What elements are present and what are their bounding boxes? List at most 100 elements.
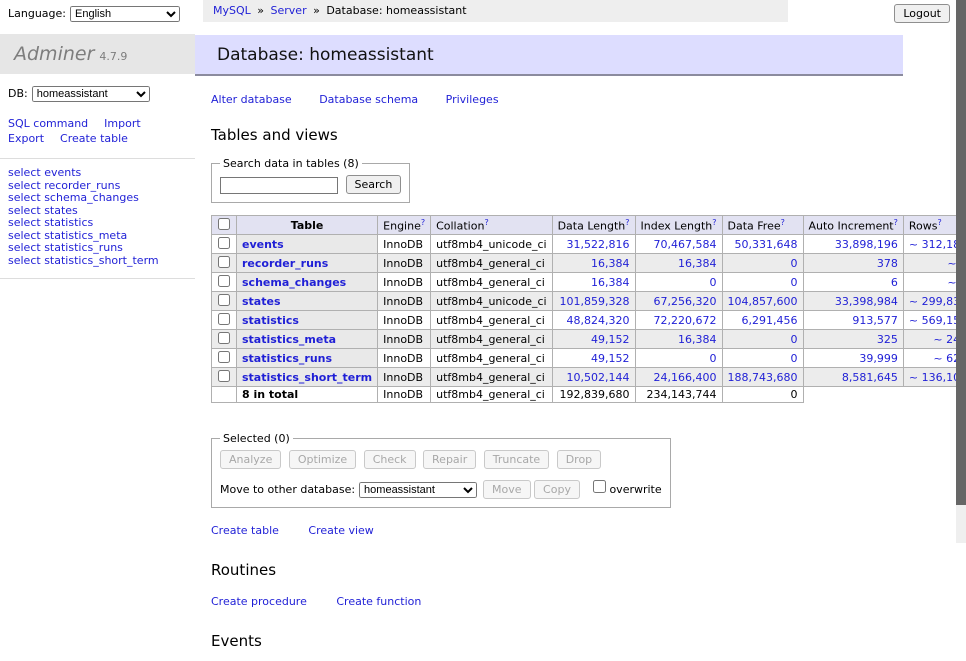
index-length-link[interactable]: 72,220,672 xyxy=(654,314,717,327)
index-length-help-link[interactable]: ? xyxy=(712,218,716,227)
select-link[interactable]: select xyxy=(8,254,41,267)
sidebar-item-events[interactable]: events xyxy=(44,166,81,179)
sidebar-item-statistics-meta[interactable]: statistics_meta xyxy=(44,229,127,242)
row-checkbox[interactable] xyxy=(218,332,230,344)
repair-button[interactable]: Repair xyxy=(423,450,476,469)
create-view-link[interactable]: Create view xyxy=(308,524,373,537)
sidebar-item-schema-changes[interactable]: schema_changes xyxy=(44,191,139,204)
sidebar-item-states[interactable]: states xyxy=(44,204,78,217)
table-link[interactable]: states xyxy=(242,295,281,308)
move-database-select[interactable]: homeassistant xyxy=(359,482,477,498)
data-free-link[interactable]: 0 xyxy=(791,352,798,365)
create-function-link[interactable]: Create function xyxy=(336,595,421,608)
data-length-link[interactable]: 16,384 xyxy=(591,276,630,289)
rows-help-link[interactable]: ? xyxy=(937,218,941,227)
data-free-link[interactable]: 0 xyxy=(791,333,798,346)
select-link[interactable]: select xyxy=(8,166,41,179)
select-link[interactable]: select xyxy=(8,241,41,254)
drop-button[interactable]: Drop xyxy=(557,450,601,469)
check-button[interactable]: Check xyxy=(364,450,416,469)
table-link[interactable]: statistics_short_term xyxy=(242,371,372,384)
sidebar-item-statistics-runs[interactable]: statistics_runs xyxy=(44,241,123,254)
search-button[interactable]: Search xyxy=(346,175,402,194)
search-input[interactable] xyxy=(220,177,338,194)
data-length-link[interactable]: 48,824,320 xyxy=(567,314,630,327)
breadcrumb-server-link[interactable]: Server xyxy=(271,4,307,17)
sidebar-link-create-table[interactable]: Create table xyxy=(60,132,128,145)
data-length-link[interactable]: 49,152 xyxy=(591,333,630,346)
data-free-link[interactable]: 0 xyxy=(791,257,798,270)
index-length-link[interactable]: 16,384 xyxy=(678,257,717,270)
auto-increment-link[interactable]: 378 xyxy=(877,257,898,270)
sidebar-item-statistics-short-term[interactable]: statistics_short_term xyxy=(44,254,158,267)
auto-increment-link[interactable]: 8,581,645 xyxy=(842,371,898,384)
data-length-link[interactable]: 31,522,816 xyxy=(567,238,630,251)
auto-increment-help-link[interactable]: ? xyxy=(894,218,898,227)
engine-help-link[interactable]: ? xyxy=(421,218,425,227)
db-select[interactable]: homeassistant xyxy=(32,86,150,102)
data-free-link[interactable]: 6,291,456 xyxy=(742,314,798,327)
data-free-link[interactable]: 188,743,680 xyxy=(728,371,798,384)
breadcrumb-mysql-link[interactable]: MySQL xyxy=(213,4,251,17)
data-length-link[interactable]: 101,859,328 xyxy=(560,295,630,308)
row-checkbox[interactable] xyxy=(218,294,230,306)
select-link[interactable]: select xyxy=(8,204,41,217)
data-free-link[interactable]: 104,857,600 xyxy=(728,295,798,308)
privileges-link[interactable]: Privileges xyxy=(446,93,499,106)
data-length-link[interactable]: 16,384 xyxy=(591,257,630,270)
sidebar-item-statistics[interactable]: statistics xyxy=(44,216,93,229)
auto-increment-link[interactable]: 325 xyxy=(877,333,898,346)
sidebar-link-export[interactable]: Export xyxy=(8,132,44,145)
table-link[interactable]: statistics_runs xyxy=(242,352,332,365)
row-checkbox[interactable] xyxy=(218,313,230,325)
select-link[interactable]: select xyxy=(8,229,41,242)
move-button[interactable]: Move xyxy=(483,480,531,499)
row-checkbox[interactable] xyxy=(218,256,230,268)
row-checkbox[interactable] xyxy=(218,351,230,363)
table-link[interactable]: statistics xyxy=(242,314,299,327)
data-length-link[interactable]: 10,502,144 xyxy=(567,371,630,384)
scrollbar-thumb[interactable] xyxy=(956,0,966,505)
index-length-link[interactable]: 67,256,320 xyxy=(654,295,717,308)
data-length-link[interactable]: 49,152 xyxy=(591,352,630,365)
index-length-link[interactable]: 0 xyxy=(710,352,717,365)
row-checkbox[interactable] xyxy=(218,370,230,382)
table-link[interactable]: schema_changes xyxy=(242,276,346,289)
analyze-button[interactable]: Analyze xyxy=(220,450,281,469)
overwrite-checkbox[interactable] xyxy=(593,480,606,493)
table-link[interactable]: events xyxy=(242,238,284,251)
create-table-link[interactable]: Create table xyxy=(211,524,279,537)
data-free-help-link[interactable]: ? xyxy=(781,218,785,227)
create-procedure-link[interactable]: Create procedure xyxy=(211,595,307,608)
table-link[interactable]: recorder_runs xyxy=(242,257,328,270)
auto-increment-link[interactable]: 6 xyxy=(891,276,898,289)
sidebar-link-sql-command[interactable]: SQL command xyxy=(8,117,88,130)
auto-increment-link[interactable]: 33,398,984 xyxy=(835,295,898,308)
auto-increment-link[interactable]: 39,999 xyxy=(859,352,898,365)
table-link[interactable]: statistics_meta xyxy=(242,333,336,346)
sidebar-link-import[interactable]: Import xyxy=(104,117,141,130)
auto-increment-link[interactable]: 33,898,196 xyxy=(835,238,898,251)
select-link[interactable]: select xyxy=(8,191,41,204)
copy-button[interactable]: Copy xyxy=(534,480,580,499)
select-link[interactable]: select xyxy=(8,216,41,229)
optimize-button[interactable]: Optimize xyxy=(289,450,356,469)
auto-increment-link[interactable]: 913,577 xyxy=(852,314,898,327)
data-free-link[interactable]: 50,331,648 xyxy=(735,238,798,251)
index-length-link[interactable]: 0 xyxy=(710,276,717,289)
row-checkbox[interactable] xyxy=(218,237,230,249)
vertical-scrollbar[interactable] xyxy=(956,0,966,543)
database-schema-link[interactable]: Database schema xyxy=(319,93,418,106)
row-checkbox[interactable] xyxy=(218,275,230,287)
index-length-link[interactable]: 24,166,400 xyxy=(654,371,717,384)
select-link[interactable]: select xyxy=(8,179,41,192)
select-all-checkbox[interactable] xyxy=(218,218,230,230)
language-select[interactable]: English xyxy=(70,6,180,22)
collation-help-link[interactable]: ? xyxy=(484,218,488,227)
alter-database-link[interactable]: Alter database xyxy=(211,93,292,106)
index-length-link[interactable]: 16,384 xyxy=(678,333,717,346)
index-length-link[interactable]: 70,467,584 xyxy=(654,238,717,251)
logout-button[interactable]: Logout xyxy=(894,4,950,23)
data-length-help-link[interactable]: ? xyxy=(625,218,629,227)
truncate-button[interactable]: Truncate xyxy=(484,450,549,469)
